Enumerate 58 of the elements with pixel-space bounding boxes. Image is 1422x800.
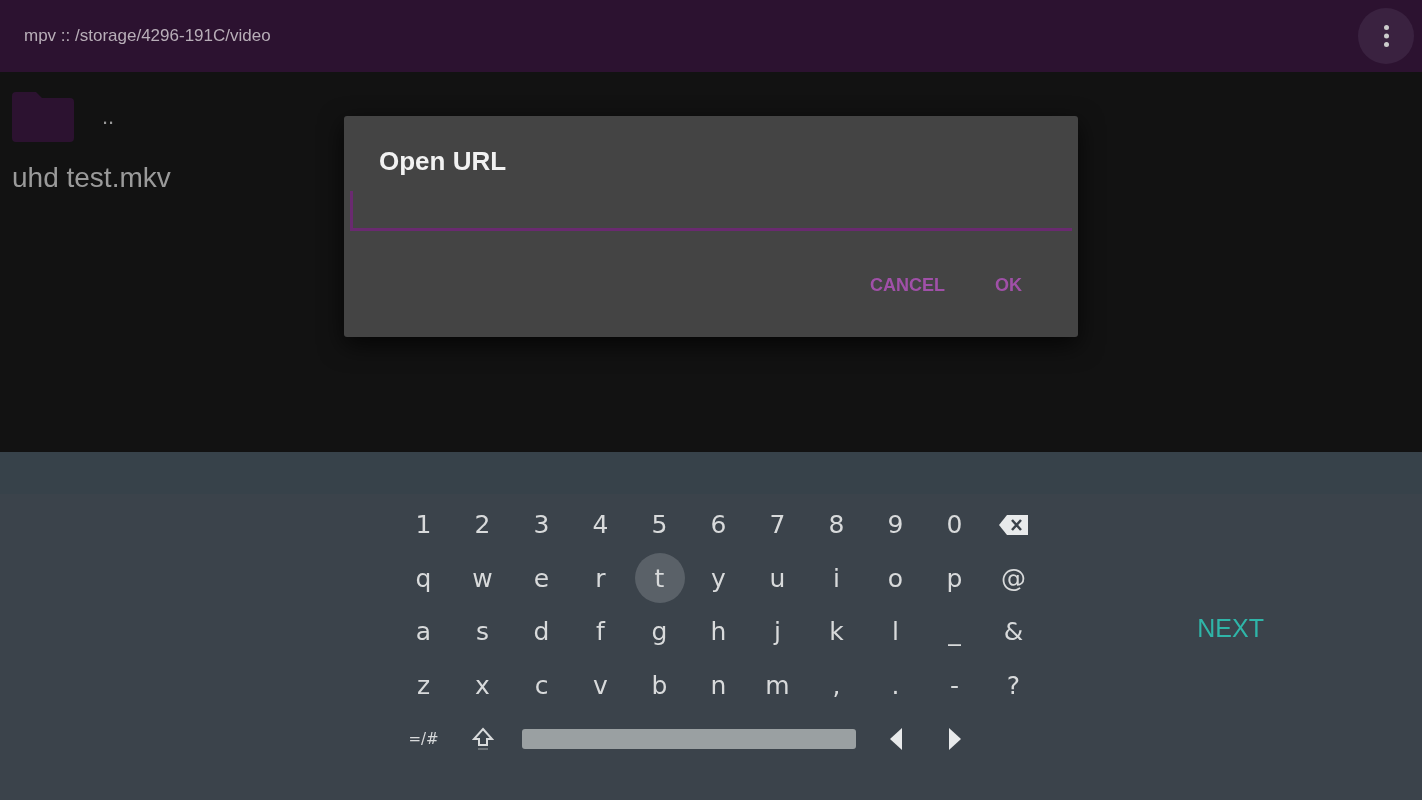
keyboard-key[interactable]: 0 [929, 499, 980, 550]
keyboard-key[interactable]: 6 [693, 499, 744, 550]
keyboard-key[interactable]: , [811, 660, 862, 711]
keyboard-key[interactable]: o [870, 553, 921, 604]
keyboard-key[interactable]: . [870, 660, 921, 711]
keyboard-key[interactable]: e [516, 553, 567, 604]
keyboard-key[interactable]: 8 [811, 499, 862, 550]
keyboard-key[interactable]: r [575, 553, 626, 604]
keyboard-key[interactable]: c [516, 660, 567, 711]
file-name[interactable]: .. [102, 104, 115, 130]
keyboard-key[interactable]: q [398, 553, 449, 604]
keyboard-key[interactable]: 3 [516, 499, 567, 550]
shift-icon [471, 726, 494, 751]
next-button[interactable]: NEXT [1197, 614, 1264, 643]
keyboard-key[interactable]: l [870, 606, 921, 657]
keyboard-key[interactable]: s [457, 606, 508, 657]
backspace-icon [998, 514, 1029, 535]
keyboard-key[interactable]: v [575, 660, 626, 711]
keyboard-key[interactable]: & [988, 606, 1039, 657]
keyboard-key[interactable]: p [929, 553, 980, 604]
keyboard-key[interactable]: u [752, 553, 803, 604]
keyboard-key[interactable]: g [634, 606, 685, 657]
keyboard-key[interactable]: @ [988, 553, 1039, 604]
keyboard-key[interactable]: a [398, 606, 449, 657]
left-arrow-icon [889, 727, 902, 750]
keyboard-key[interactable]: b [634, 660, 685, 711]
keyboard-key[interactable]: k [811, 606, 862, 657]
keyboard-key[interactable]: h [693, 606, 744, 657]
keyboard-key[interactable]: 1 [398, 499, 449, 550]
keyboard-key[interactable]: - [929, 660, 980, 711]
keyboard-key[interactable]: 9 [870, 499, 921, 550]
folder-icon [12, 92, 74, 142]
keyboard-key[interactable]: m [752, 660, 803, 711]
keyboard-key[interactable]: t [634, 553, 685, 604]
keyboard-key[interactable]: n [693, 660, 744, 711]
right-arrow-icon [948, 727, 961, 750]
file-name[interactable]: uhd test.mkv [12, 162, 171, 194]
keyboard-key[interactable]: w [457, 553, 508, 604]
input-field[interactable] [350, 191, 1072, 231]
keyboard-key[interactable]: 4 [575, 499, 626, 550]
keyboard-key[interactable]: _ [929, 606, 980, 657]
overflow-menu-button[interactable] [1358, 8, 1414, 64]
symbols-key[interactable]: =/# [398, 713, 449, 764]
keyboard-key[interactable]: i [811, 553, 862, 604]
app-bar-title: mpv :: /storage/4296-191C/video [24, 26, 271, 46]
keyboard-key[interactable]: j [752, 606, 803, 657]
keyboard-key[interactable]: x [457, 660, 508, 711]
keyboard-key[interactable]: ? [988, 660, 1039, 711]
keyboard-key[interactable]: 2 [457, 499, 508, 550]
keyboard-key[interactable]: d [516, 606, 567, 657]
keyboard-key[interactable]: f [575, 606, 626, 657]
more-vertical-icon [1383, 25, 1389, 47]
keyboard-key[interactable]: 5 [634, 499, 685, 550]
keyboard-key[interactable]: y [693, 553, 744, 604]
keyboard-key[interactable]: z [398, 660, 449, 711]
dialog-title: Open URL [379, 146, 508, 177]
keyboard-key[interactable]: 7 [752, 499, 803, 550]
space-bar[interactable] [522, 728, 856, 749]
